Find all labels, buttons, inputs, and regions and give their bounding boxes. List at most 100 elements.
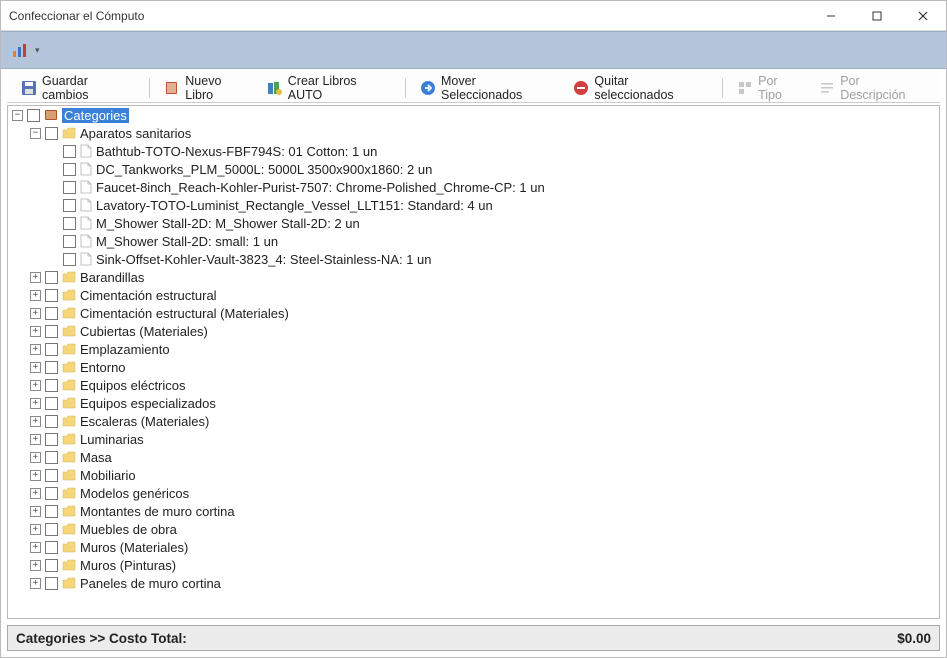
- expand-icon[interactable]: +: [30, 488, 41, 499]
- expand-icon[interactable]: +: [30, 560, 41, 571]
- tree-branch-label: Masa: [80, 450, 112, 465]
- tree-branch-row[interactable]: + Montantes de muro cortina: [30, 502, 939, 520]
- save-button[interactable]: Guardar cambios: [15, 72, 141, 104]
- remove-selected-label: Quitar seleccionados: [594, 74, 708, 102]
- checkbox[interactable]: [63, 145, 76, 158]
- tree-branch-row[interactable]: + Mobiliario: [30, 466, 939, 484]
- tree-branch-label: Equipos especializados: [80, 396, 216, 411]
- tree-branch-row[interactable]: + Masa: [30, 448, 939, 466]
- tree-branch-row[interactable]: + Muros (Pinturas): [30, 556, 939, 574]
- checkbox[interactable]: [63, 199, 76, 212]
- tree-branch-row[interactable]: − Aparatos sanitarios: [30, 124, 939, 142]
- expand-icon[interactable]: +: [30, 578, 41, 589]
- expand-icon[interactable]: +: [30, 290, 41, 301]
- checkbox[interactable]: [63, 217, 76, 230]
- tree-branch-row[interactable]: + Modelos genéricos: [30, 484, 939, 502]
- checkbox[interactable]: [45, 307, 58, 320]
- expand-icon[interactable]: +: [30, 344, 41, 355]
- folder-icon: [62, 469, 76, 481]
- collapse-icon[interactable]: −: [12, 110, 23, 121]
- tree-branch-row[interactable]: + Paneles de muro cortina: [30, 574, 939, 592]
- checkbox[interactable]: [45, 505, 58, 518]
- checkbox[interactable]: [63, 235, 76, 248]
- create-books-auto-label: Crear Libros AUTO: [288, 74, 391, 102]
- tree-leaf-row[interactable]: Lavatory-TOTO-Luminist_Rectangle_Vessel_…: [48, 196, 939, 214]
- ribbon-bar: ▾: [1, 31, 946, 69]
- expand-icon[interactable]: +: [30, 452, 41, 463]
- tree-leaf-label: Sink-Offset-Kohler-Vault-3823_4: Steel-S…: [96, 252, 432, 267]
- expand-icon[interactable]: +: [30, 380, 41, 391]
- tree-branch-label: Escaleras (Materiales): [80, 414, 209, 429]
- tree-branch-row[interactable]: + Emplazamiento: [30, 340, 939, 358]
- tree-leaf-row[interactable]: Sink-Offset-Kohler-Vault-3823_4: Steel-S…: [48, 250, 939, 268]
- maximize-button[interactable]: [854, 1, 900, 31]
- tree-leaf-row[interactable]: DC_Tankworks_PLM_5000L: 5000L 3500x900x1…: [48, 160, 939, 178]
- checkbox[interactable]: [45, 289, 58, 302]
- expand-icon[interactable]: +: [30, 470, 41, 481]
- tree-branch-row[interactable]: + Cimentación estructural (Materiales): [30, 304, 939, 322]
- tree-leaf-row[interactable]: M_Shower Stall-2D: M_Shower Stall-2D: 2 …: [48, 214, 939, 232]
- checkbox[interactable]: [63, 163, 76, 176]
- save-label: Guardar cambios: [42, 74, 135, 102]
- tree-scroll[interactable]: − Categories − Aparatos sanitarios: [8, 106, 939, 618]
- checkbox[interactable]: [63, 253, 76, 266]
- tree-branch-row[interactable]: + Luminarias: [30, 430, 939, 448]
- checkbox[interactable]: [45, 469, 58, 482]
- tree-leaf-label: M_Shower Stall-2D: M_Shower Stall-2D: 2 …: [96, 216, 360, 231]
- checkbox[interactable]: [45, 379, 58, 392]
- checkbox[interactable]: [45, 523, 58, 536]
- tree-branch-row[interactable]: + Entorno: [30, 358, 939, 376]
- expand-icon[interactable]: +: [30, 398, 41, 409]
- expand-icon[interactable]: +: [30, 308, 41, 319]
- chart-icon[interactable]: ▾: [7, 39, 44, 61]
- tree-branch-row[interactable]: + Equipos eléctricos: [30, 376, 939, 394]
- checkbox[interactable]: [45, 577, 58, 590]
- expand-icon[interactable]: +: [30, 272, 41, 283]
- tree-branch-row[interactable]: + Muebles de obra: [30, 520, 939, 538]
- tree-branch-label: Paneles de muro cortina: [80, 576, 221, 591]
- expand-icon[interactable]: +: [30, 416, 41, 427]
- tree-branch-row[interactable]: + Equipos especializados: [30, 394, 939, 412]
- remove-selected-button[interactable]: Quitar seleccionados: [567, 72, 714, 104]
- checkbox[interactable]: [45, 397, 58, 410]
- tree-branch-row[interactable]: + Barandillas: [30, 268, 939, 286]
- checkbox[interactable]: [27, 109, 40, 122]
- expand-icon[interactable]: +: [30, 326, 41, 337]
- checkbox[interactable]: [45, 541, 58, 554]
- checkbox[interactable]: [45, 415, 58, 428]
- tree-branch-row[interactable]: + Escaleras (Materiales): [30, 412, 939, 430]
- tree-leaf-row[interactable]: M_Shower Stall-2D: small: 1 un: [48, 232, 939, 250]
- checkbox[interactable]: [45, 343, 58, 356]
- tree-branch-label: Barandillas: [80, 270, 144, 285]
- tree-leaf-row[interactable]: Faucet-8inch_Reach-Kohler-Purist-7507: C…: [48, 178, 939, 196]
- expand-icon[interactable]: +: [30, 542, 41, 553]
- folder-icon: [62, 505, 76, 517]
- checkbox[interactable]: [45, 487, 58, 500]
- checkbox[interactable]: [45, 361, 58, 374]
- close-button[interactable]: [900, 1, 946, 31]
- tree-leaf-row[interactable]: Bathtub-TOTO-Nexus-FBF794S: 01 Cotton: 1…: [48, 142, 939, 160]
- tree-branch-row[interactable]: + Cubiertas (Materiales): [30, 322, 939, 340]
- expand-icon[interactable]: +: [30, 362, 41, 373]
- checkbox[interactable]: [63, 181, 76, 194]
- checkbox[interactable]: [45, 451, 58, 464]
- tree-branch-row[interactable]: + Cimentación estructural: [30, 286, 939, 304]
- expand-icon[interactable]: +: [30, 524, 41, 535]
- minimize-button[interactable]: [808, 1, 854, 31]
- expand-icon[interactable]: +: [30, 506, 41, 517]
- collapse-icon[interactable]: −: [30, 128, 41, 139]
- checkbox[interactable]: [45, 433, 58, 446]
- expand-icon[interactable]: +: [30, 434, 41, 445]
- checkbox[interactable]: [45, 325, 58, 338]
- create-books-auto-button[interactable]: Crear Libros AUTO: [261, 72, 397, 104]
- by-description-button[interactable]: Por Descripción: [813, 72, 932, 104]
- by-type-button[interactable]: Por Tipo: [731, 72, 809, 104]
- tree-branch-row[interactable]: + Muros (Materiales): [30, 538, 939, 556]
- tree-root-row[interactable]: − Categories: [12, 106, 939, 124]
- checkbox[interactable]: [45, 271, 58, 284]
- move-selected-button[interactable]: Mover Seleccionados: [414, 72, 563, 104]
- checkbox[interactable]: [45, 559, 58, 572]
- new-book-button[interactable]: Nuevo Libro: [158, 72, 256, 104]
- tree-branch-label: Cubiertas (Materiales): [80, 324, 208, 339]
- checkbox[interactable]: [45, 127, 58, 140]
